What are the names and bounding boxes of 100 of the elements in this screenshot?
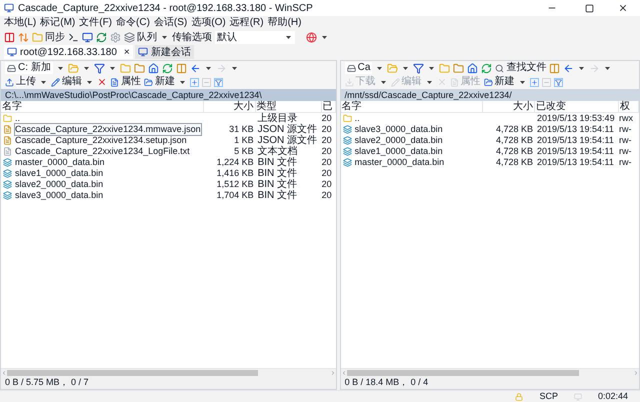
caret-icon [162,36,167,39]
column-header[interactable]: 大小 [483,101,535,113]
menu-item[interactable]: 本地(L) [4,16,36,30]
home-icon [148,62,159,74]
file-size: 1,512 KB [216,179,254,189]
file-name[interactable]: Cascade_Capture_22xxive1234.mmwave.json [14,123,202,136]
toolbar-button[interactable]: 编辑 [51,76,82,88]
folder-icon [439,62,450,74]
file-name[interactable]: .. [14,112,22,125]
file-name[interactable]: Cascade_Capture_22xxive1234_LogFile.txt [14,145,191,158]
monitor-icon [82,32,93,43]
horizontal-scrollbar[interactable] [1,368,336,376]
menu-item[interactable]: 命令(C) [116,16,150,30]
binary-file-icon [342,147,352,156]
queue-icon [124,32,135,43]
toolbar-button[interactable]: 新建 [484,76,515,88]
text-file-icon [3,147,12,156]
column-header[interactable]: 权 [619,101,639,113]
menu-item[interactable]: 会话(S) [154,16,188,30]
json-file-icon [3,125,12,134]
column-header[interactable]: 名字 [340,101,483,113]
file-name[interactable]: master_0000_data.bin [14,156,106,169]
file-size: 4,728 KB [496,157,533,167]
horizontal-scrollbar[interactable] [340,368,639,376]
column-header[interactable]: 大小 [204,101,256,113]
modified-date: 2019/5/13 19:54:11 [537,135,614,145]
folder-icon [32,32,43,43]
settings-icon [110,32,121,43]
column-header[interactable]: 已 [322,101,336,113]
app-icon [4,3,14,13]
close-icon [618,3,628,13]
drive-icon [346,64,356,72]
session-tab[interactable]: root@192.168.33.180 × [4,45,133,59]
caret-icon [579,66,584,70]
column-header[interactable]: 类型 [256,101,322,113]
binary-file-icon [342,125,352,134]
queue-button[interactable]: 队列 [124,30,157,45]
menu-item[interactable]: 帮助(H) [268,16,302,30]
tab-label: 新建会话 [150,46,191,60]
protocol-label: SCP [539,390,558,402]
binary-file-icon [342,136,352,145]
column-header[interactable]: 已改变 [535,101,619,113]
minus-icon [542,78,551,86]
path-bar[interactable]: /mnt/ssd/Cascade_Capture_22xxive1234/ [340,89,639,101]
monitor-icon [7,47,17,57]
sync-button[interactable]: 同步 [32,30,65,45]
table-cell: rwx [619,113,633,123]
file-type: 上级目录 [258,113,298,124]
panel-status: 0 B / 18.4 MB， 0 / 4 [344,377,428,387]
window-title: Cascade_Capture_22xxive1234 - root@192.168.33.180 - WinSCP [18,2,314,16]
file-size: 1,416 KB [216,168,254,178]
folder-icon [387,62,398,74]
drive-label: Ca [358,62,370,74]
column-header[interactable]: 名字 [1,101,204,113]
file-name[interactable]: slave1_0000_data.bin [354,145,444,158]
tab-close[interactable]: × [124,44,130,60]
folder-up-icon [342,114,352,123]
file-type: 文本文档 [258,146,298,157]
toolbar-button[interactable]: 新建 [144,76,175,88]
sync-icon [18,32,29,43]
file-size: 4,728 KB [496,135,533,145]
table-cell: 20 [322,179,332,189]
table-cell: 20 [322,135,332,145]
file-name[interactable]: slave2_0000_data.bin [14,178,104,191]
menu-item[interactable]: 选项(O) [191,16,226,30]
session-time: 0:02:44 [598,390,628,402]
drive-dropdown[interactable]: Ca [344,62,372,74]
file-type: BIN 文件 [258,179,298,190]
caret-icon [41,80,46,84]
path-bar[interactable]: C:\...\mmWaveStudio\PostProc\Cascade_Capture_22xxive1234\ [1,89,336,101]
transfer-settings-dropdown[interactable]: 默认 [215,31,295,44]
find-files-button[interactable]: 查找文件 [495,62,546,74]
folder-icon [144,78,153,86]
drive-dropdown[interactable]: C: 新加 [5,62,53,74]
table-cell: 20 [322,168,332,178]
toolbar-button[interactable]: 属性 [110,76,141,88]
menu-item[interactable]: 标记(M) [40,16,76,30]
filter-icon [554,78,563,86]
pencil-icon [51,78,60,86]
file-name[interactable]: .. [354,112,361,125]
file-name[interactable]: Cascade_Capture_22xxive1234.setup.json [14,134,188,147]
file-name[interactable]: slave3_0000_data.bin [14,189,104,202]
file-size: 4,728 KB [496,146,533,156]
file-name[interactable]: slave1_0000_data.bin [14,167,104,180]
file-size: 1 KB [234,135,254,145]
toolbar-button[interactable]: 上传 [5,76,36,88]
file-name[interactable]: master_0000_data.bin [354,156,446,169]
file-name[interactable]: slave2_0000_data.bin [354,134,444,147]
binary-file-icon [342,158,352,167]
scroll-left-icon [340,370,347,376]
caret-icon [403,66,408,70]
globe-icon [306,32,317,43]
terminal-icon [68,32,79,43]
file-name[interactable]: slave3_0000_data.bin [354,123,444,136]
folder-icon [120,62,131,74]
binary-file-icon [3,158,12,167]
caret-icon [206,66,211,70]
menu-item[interactable]: 远程(R) [230,16,264,30]
session-tab[interactable]: 新建会话 [134,45,194,59]
menu-item[interactable]: 文件(F) [79,16,112,30]
